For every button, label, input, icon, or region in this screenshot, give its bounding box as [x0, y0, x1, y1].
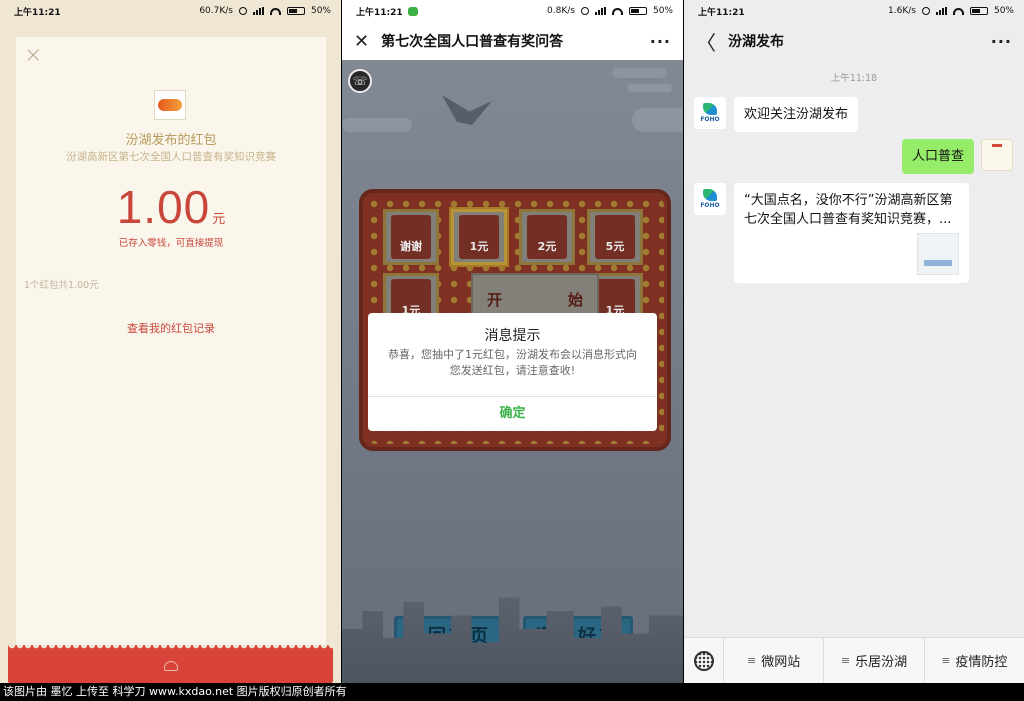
status-bar: 上午11:21 1.6K/s 50% [684, 0, 1024, 22]
wifi-icon [269, 7, 281, 15]
battery-icon [628, 7, 647, 15]
status-bar: 上午11:21 60.7K/s 50% [0, 0, 341, 22]
article-thumbnail [917, 233, 959, 275]
menu-item-label: 乐居汾湖 [855, 655, 908, 670]
amount-unit: 元 [212, 212, 226, 227]
red-packet-title: 汾湖发布的红包 [125, 133, 217, 148]
message-bubble-welcome[interactable]: 欢迎关注汾湖发布 [734, 97, 859, 132]
red-packet-amount: 1.00 元 [16, 180, 326, 234]
red-packet-bottom-bar [8, 645, 333, 683]
dialog-message: 恭喜，您抽中了1元红包，汾湖发布会以消息形式向您发送红包，请注意查收! [388, 348, 637, 377]
network-speed: 1.6K/s [888, 6, 916, 16]
chat-nav-bar: 〈 汾湖发布 ··· [684, 22, 1024, 60]
battery-icon [969, 7, 988, 15]
menu-icon: ≡ [747, 654, 757, 667]
deposit-note: 已存入零钱，可直接提现 [118, 238, 224, 249]
menu-item-label: 微网站 [761, 655, 801, 670]
signal-icon [252, 7, 264, 15]
menu-item-epidemic[interactable]: ≡ 疫情防控 [925, 638, 1024, 683]
article-title: “大国点名，没你不行”汾湖高新区第七次全国人口普查有奖知识竞赛，... [744, 193, 953, 227]
status-time: 上午11:21 [14, 7, 61, 18]
chat-screen: 上午11:21 1.6K/s 50% 〈 汾湖发布 ··· 上午11:18 FO… [684, 0, 1024, 683]
status-time: 上午11:21 [698, 7, 745, 18]
avatar-label: FOHO [700, 116, 720, 123]
back-icon[interactable]: 〈 [696, 27, 716, 56]
wechat-notification-icon [407, 6, 418, 16]
logo-icon [703, 103, 717, 115]
menu-icon: ≡ [840, 654, 851, 667]
alarm-icon [238, 7, 247, 15]
alarm-icon [921, 7, 930, 15]
logo-icon [703, 189, 717, 201]
message-dialog: 消息提示 恭喜，您抽中了1元红包，汾湖发布会以消息形式向您发送红包，请注意查收!… [368, 313, 657, 431]
account-avatar[interactable]: FOHO [694, 183, 726, 215]
battery-level: 50% [652, 6, 673, 16]
avatar-label: FOHO [700, 202, 720, 209]
user-avatar[interactable] [981, 139, 1013, 171]
red-packet-icon [163, 661, 178, 671]
battery-level: 50% [993, 6, 1014, 16]
signal-icon [594, 7, 606, 15]
wifi-icon [952, 7, 964, 15]
status-time: 上午11:21 [356, 7, 403, 18]
network-speed: 60.7K/s [199, 6, 233, 16]
red-packet-count: 1个红包共1.00元 [24, 280, 99, 291]
close-icon[interactable]: ✕ [354, 31, 369, 52]
menu-item-leju[interactable]: ≡ 乐居汾湖 [824, 638, 925, 683]
red-packet-card: × 汾湖发布的红包 汾湖高新区第七次全国人口普查有奖知识竞赛 1.00 元 已存入… [16, 37, 326, 657]
status-bar: 上午11:21 0.8K/s 50% [342, 0, 683, 22]
close-icon[interactable]: × [24, 43, 42, 68]
view-records-link[interactable]: 查看我的红包记录 [16, 320, 326, 336]
chat-timestamp: 上午11:18 [830, 73, 878, 84]
webview-nav-bar: ✕ 第七次全国人口普查有奖问答 ··· [342, 22, 683, 60]
page-title: 第七次全国人口普查有奖问答 [381, 34, 564, 50]
battery-level: 50% [310, 6, 331, 16]
confirm-button[interactable]: 确定 [368, 397, 657, 431]
more-icon[interactable]: ··· [991, 32, 1012, 51]
battery-icon [286, 7, 305, 15]
more-icon[interactable]: ··· [650, 32, 671, 51]
signal-icon [935, 7, 947, 15]
wifi-icon [611, 7, 623, 15]
article-card[interactable]: “大国点名，没你不行”汾湖高新区第七次全国人口普查有奖知识竞赛，... [734, 183, 969, 283]
message-text: 欢迎关注汾湖发布 [744, 107, 849, 122]
menu-icon: ≡ [941, 654, 951, 667]
message-text: 人口普查 [911, 149, 964, 164]
menu-item-micro-site[interactable]: ≡ 微网站 [724, 638, 825, 683]
lottery-screen: 上午11:21 0.8K/s 50% ✕ 第七次全国人口普查有奖问答 ··· ☏… [342, 0, 683, 683]
account-avatar[interactable]: FOHO [694, 97, 726, 129]
menu-item-label: 疫情防控 [955, 655, 1008, 670]
message-bubble-mine[interactable]: 人口普查 [901, 139, 974, 174]
amount-value: 1.00 [116, 181, 211, 233]
keyboard-toggle[interactable] [684, 638, 724, 683]
watermark-footer: 该图片由 墨忆 上传至 科学刀 www.kxdao.net 图片版权归原创者所有 [0, 683, 1024, 701]
keyboard-icon [693, 650, 714, 671]
red-packet-subtitle: 汾湖高新区第七次全国人口普查有奖知识竞赛 [66, 151, 276, 163]
dialog-title: 消息提示 [484, 328, 541, 344]
sender-logo [154, 90, 186, 120]
chat-title: 汾湖发布 [728, 34, 784, 50]
alarm-icon [580, 7, 589, 15]
official-account-menu: ≡ 微网站 ≡ 乐居汾湖 ≡ 疫情防控 [684, 637, 1024, 683]
network-speed: 0.8K/s [547, 6, 575, 16]
red-packet-screen: 上午11:21 60.7K/s 50% × 汾湖发布的红包 汾湖高新区第七次全国… [0, 0, 341, 683]
